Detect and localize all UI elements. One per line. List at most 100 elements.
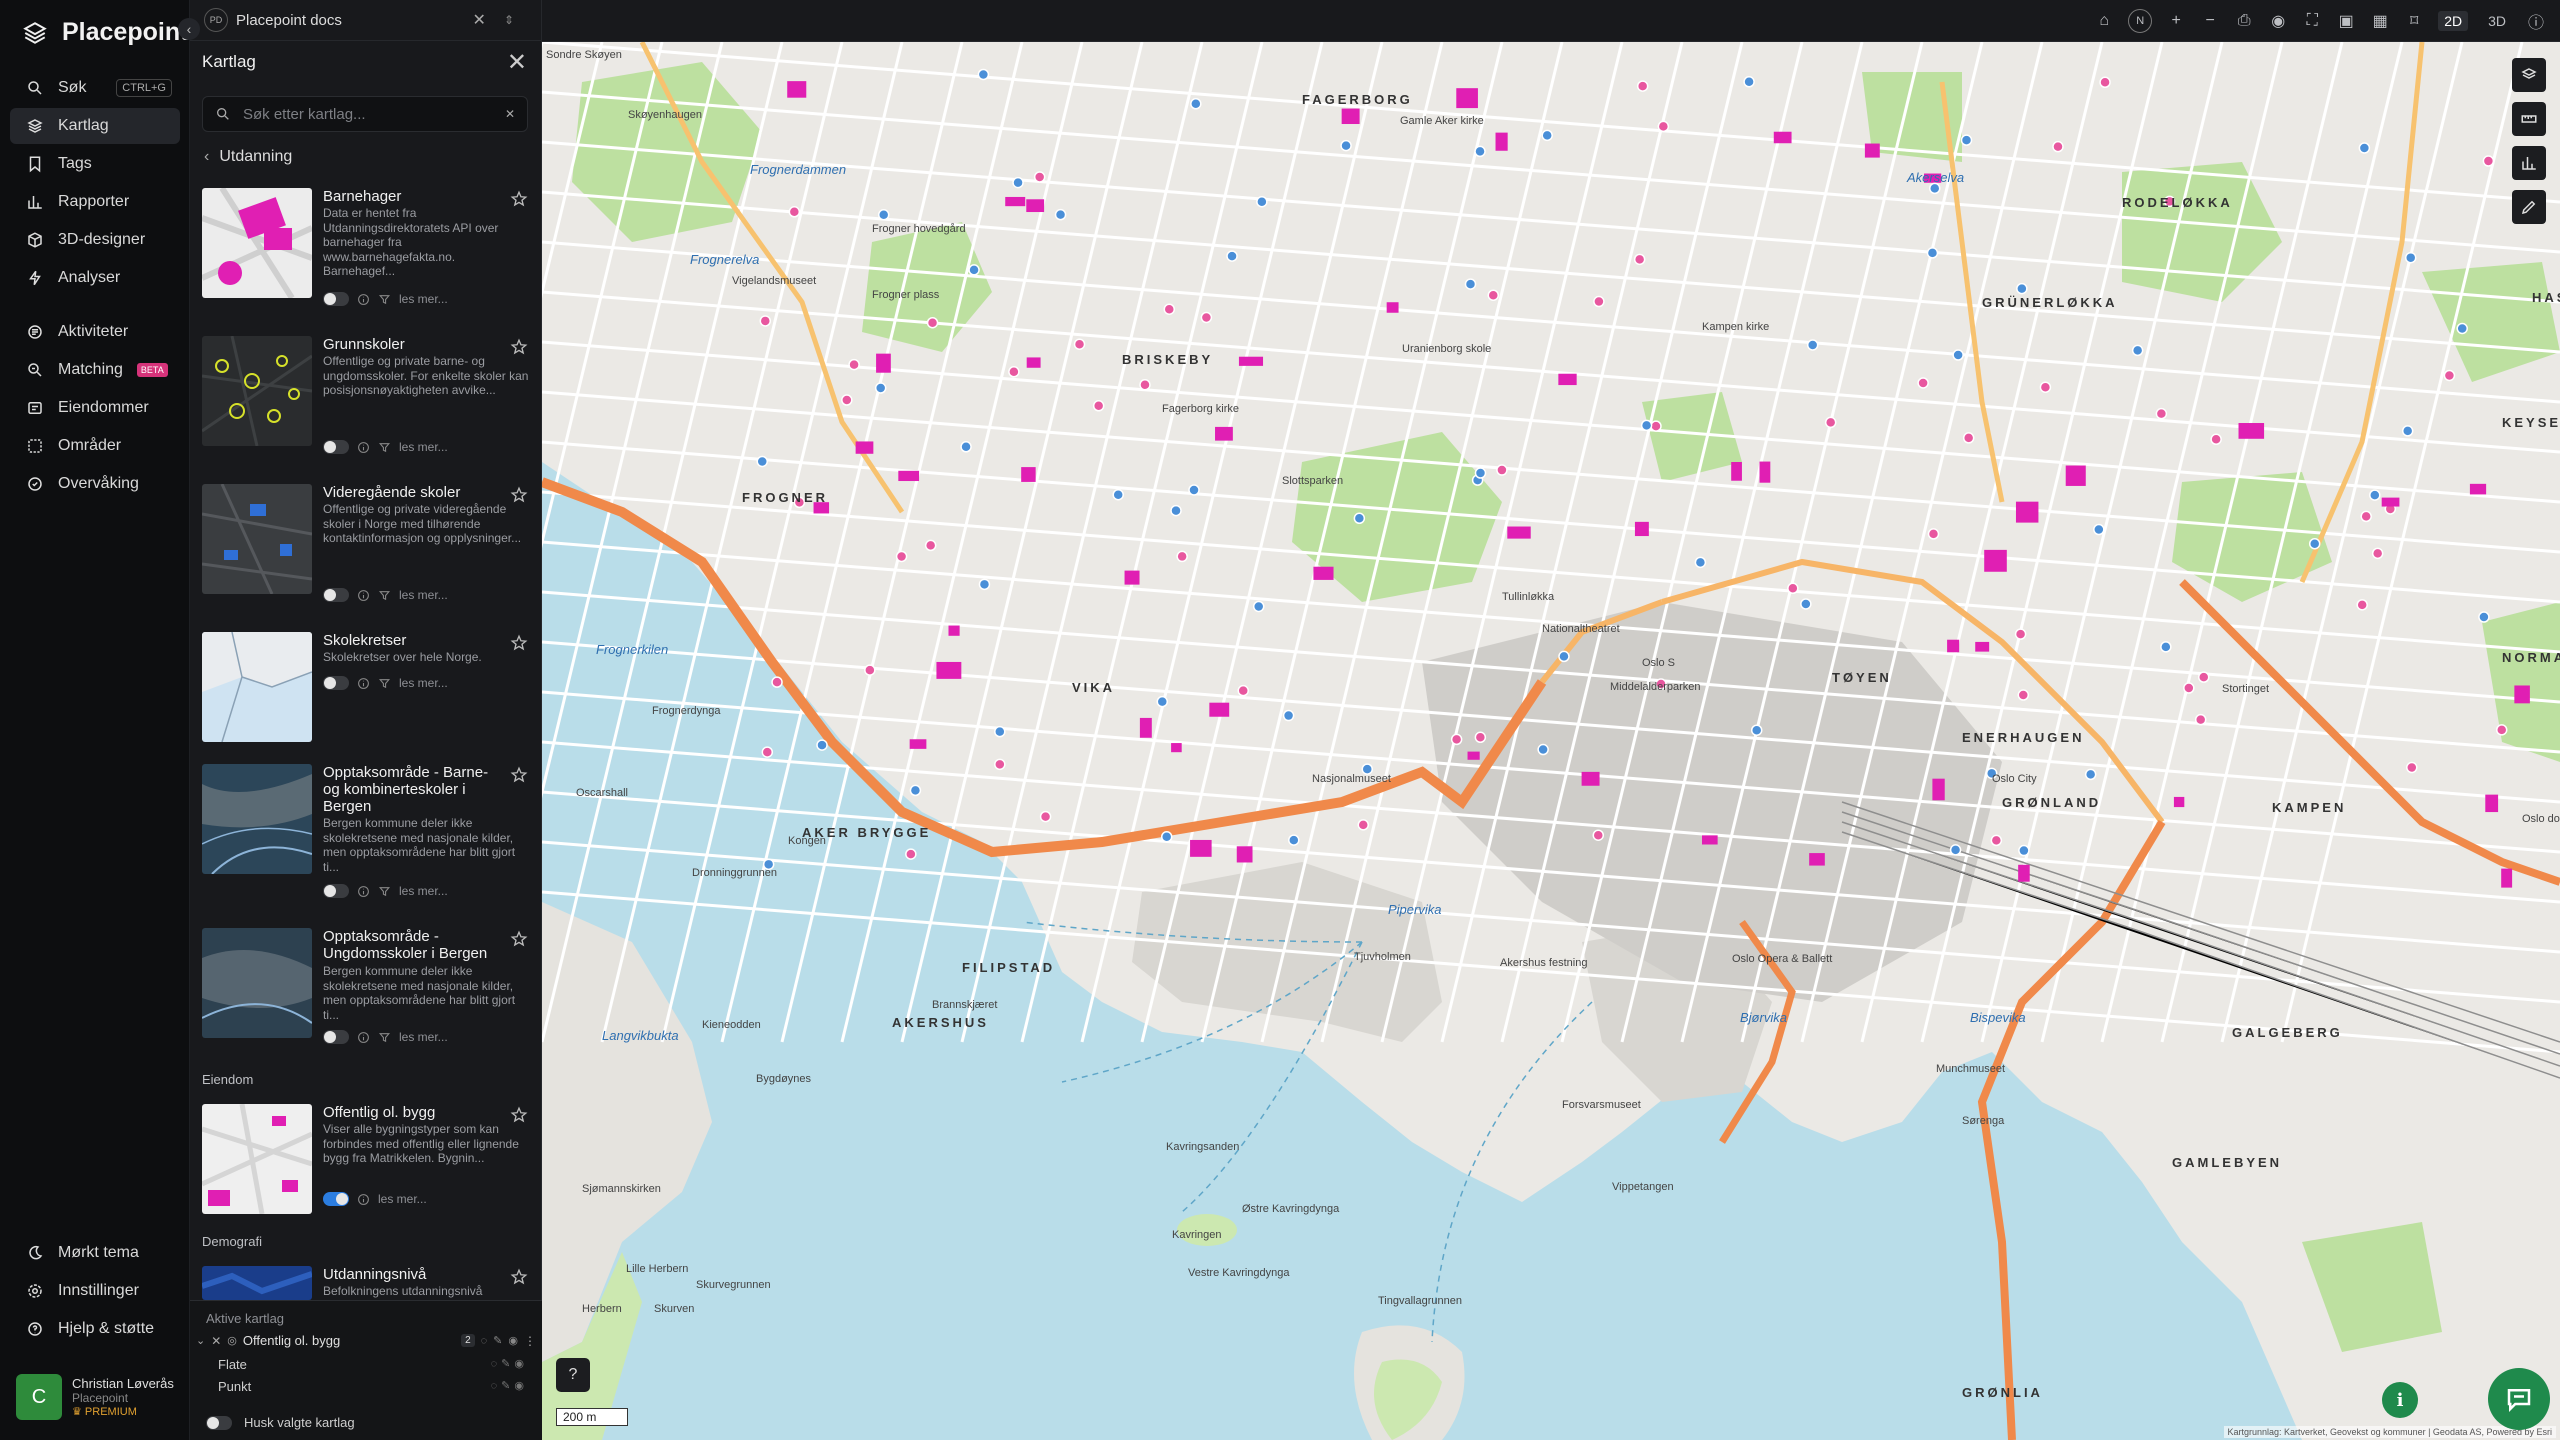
nav-item-analyser[interactable]: Analyser (10, 260, 180, 296)
layer-item-videregaende[interactable]: Videregående skoler Offentlige og privat… (202, 484, 532, 604)
public-building-point[interactable] (968, 264, 980, 276)
public-building-point[interactable] (1237, 684, 1249, 697)
public-building-point[interactable] (848, 358, 860, 371)
public-building-area[interactable] (1932, 778, 1945, 801)
public-building-point[interactable] (1008, 366, 1020, 378)
public-building-point[interactable] (2131, 344, 2144, 357)
print-icon[interactable]: ⎙ (2234, 12, 2254, 30)
public-building-point[interactable] (2183, 682, 2195, 694)
public-building-point[interactable] (1949, 844, 1962, 856)
public-building-area[interactable] (1634, 521, 1649, 537)
public-building-point[interactable] (905, 848, 917, 860)
public-building-point[interactable] (1190, 98, 1202, 110)
map-tool-layers[interactable] (2512, 58, 2546, 92)
public-building-area[interactable] (1809, 853, 1825, 866)
public-building-point[interactable] (978, 578, 991, 591)
public-building-point[interactable] (2308, 537, 2321, 550)
filter-icon[interactable] (378, 589, 391, 602)
info-icon[interactable] (357, 1031, 370, 1044)
public-building-area[interactable] (2018, 864, 2030, 882)
layer-item-utdanningsniva[interactable]: Utdanningsnivå Befolkningens utdanningsn… (202, 1266, 532, 1300)
public-building-point[interactable] (1139, 378, 1151, 391)
public-building-point[interactable] (1487, 289, 1500, 301)
star-icon[interactable] (510, 930, 528, 948)
public-building-point[interactable] (1496, 464, 1508, 476)
public-building-point[interactable] (2371, 547, 2384, 560)
public-building-point[interactable] (1593, 295, 1605, 308)
nav-item-omrader[interactable]: Områder (10, 428, 180, 464)
more-options-icon[interactable]: ⋮ (524, 1334, 536, 1348)
public-building-point[interactable] (2358, 142, 2371, 154)
sublayer-controls[interactable]: ◌✎◉ (491, 1357, 528, 1372)
public-building-area[interactable] (2514, 685, 2530, 704)
public-building-point[interactable] (788, 206, 801, 218)
clear-search-icon[interactable]: ✕ (505, 107, 515, 121)
info-button[interactable]: i (2382, 1382, 2418, 1418)
eye-icon[interactable]: ◉ (2268, 11, 2288, 31)
public-building-area[interactable] (2381, 497, 2400, 507)
layer-item-offentlig-bygg[interactable]: Offentlig ol. bygg Viser alle bygningsty… (202, 1104, 532, 1224)
nav-item-tags[interactable]: Tags (10, 146, 180, 182)
public-building-point[interactable] (761, 746, 774, 758)
info-icon[interactable] (357, 441, 370, 454)
public-building-point[interactable] (2495, 724, 2508, 736)
filter-icon[interactable] (378, 885, 391, 898)
layer-search-input[interactable] (241, 104, 495, 124)
map-view[interactable]: FAGERBORG BRISKEBY FROGNER AKER BRYGGE FILIP… (542, 42, 2560, 1440)
read-more-link[interactable]: les mer... (399, 292, 448, 306)
nav-item-matching[interactable]: Matching BETA (10, 352, 180, 388)
collapse-sidebar-button[interactable]: ‹ (178, 18, 200, 40)
public-building-point[interactable] (2478, 611, 2490, 623)
map-tool-edit[interactable] (2512, 190, 2546, 224)
public-building-point[interactable] (1357, 819, 1370, 831)
user-profile[interactable]: C Christian Løverås Placepoint ♛ PREMIUM (16, 1372, 186, 1422)
public-building-area[interactable] (2015, 501, 2039, 523)
basemap[interactable]: FAGERBORGBRISKEBYFROGNERAKER BRYGGEFILIP… (542, 42, 2560, 1440)
public-building-point[interactable] (1541, 129, 1553, 142)
filter-icon[interactable] (378, 677, 391, 690)
close-doc-icon[interactable]: ✕ (473, 10, 486, 30)
public-building-point[interactable] (816, 739, 828, 751)
public-building-area[interactable] (909, 739, 927, 749)
chat-button[interactable] (2488, 1368, 2550, 1430)
public-building-point[interactable] (1073, 338, 1086, 350)
public-building-area[interactable] (948, 625, 960, 636)
public-building-area[interactable] (1209, 702, 1230, 717)
info-icon[interactable] (357, 1193, 370, 1206)
layer-toggle[interactable] (323, 440, 349, 454)
star-icon[interactable] (510, 1268, 528, 1286)
public-building-area[interactable] (1021, 467, 1036, 482)
public-building-point[interactable] (1743, 76, 1755, 88)
public-building-point[interactable] (2155, 407, 2168, 420)
info-icon[interactable] (357, 293, 370, 306)
public-building-point[interactable] (2084, 768, 2097, 781)
public-building-area[interactable] (1236, 846, 1253, 863)
star-icon[interactable] (510, 486, 528, 504)
public-building-point[interactable] (2052, 140, 2064, 153)
public-building-point[interactable] (1012, 176, 1024, 189)
nav-item-kartlag[interactable]: Kartlag (10, 108, 180, 144)
mode-3d-button[interactable]: 3D (2482, 11, 2512, 31)
layer-toggle[interactable] (323, 1030, 349, 1044)
public-building-point[interactable] (1256, 195, 1268, 208)
layer-item-opptak-barne[interactable]: Opptaksområde - Barne- og kombinerteskol… (202, 764, 532, 898)
public-building-point[interactable] (2482, 155, 2495, 167)
public-building-point[interactable] (1464, 278, 1477, 290)
nav-item-eiendommer[interactable]: Eiendommer (10, 390, 180, 426)
public-building-point[interactable] (926, 316, 939, 329)
read-more-link[interactable]: les mer... (399, 588, 448, 602)
public-building-area[interactable] (1467, 751, 1480, 760)
public-building-point[interactable] (1033, 171, 1046, 183)
public-building-point[interactable] (2014, 628, 2027, 640)
public-building-point[interactable] (1188, 484, 1200, 496)
nav-item-3d-designer[interactable]: 3D-designer (10, 222, 180, 258)
brand[interactable]: Placepoint (22, 18, 188, 47)
public-building-area[interactable] (1313, 566, 1334, 580)
read-more-link[interactable]: les mer... (399, 440, 448, 454)
public-building-point[interactable] (1176, 550, 1188, 563)
public-building-point[interactable] (909, 784, 922, 797)
public-building-point[interactable] (1112, 488, 1124, 501)
star-icon[interactable] (510, 766, 528, 784)
public-building-area[interactable] (1238, 356, 1264, 366)
read-more-link[interactable]: les mer... (399, 884, 448, 898)
